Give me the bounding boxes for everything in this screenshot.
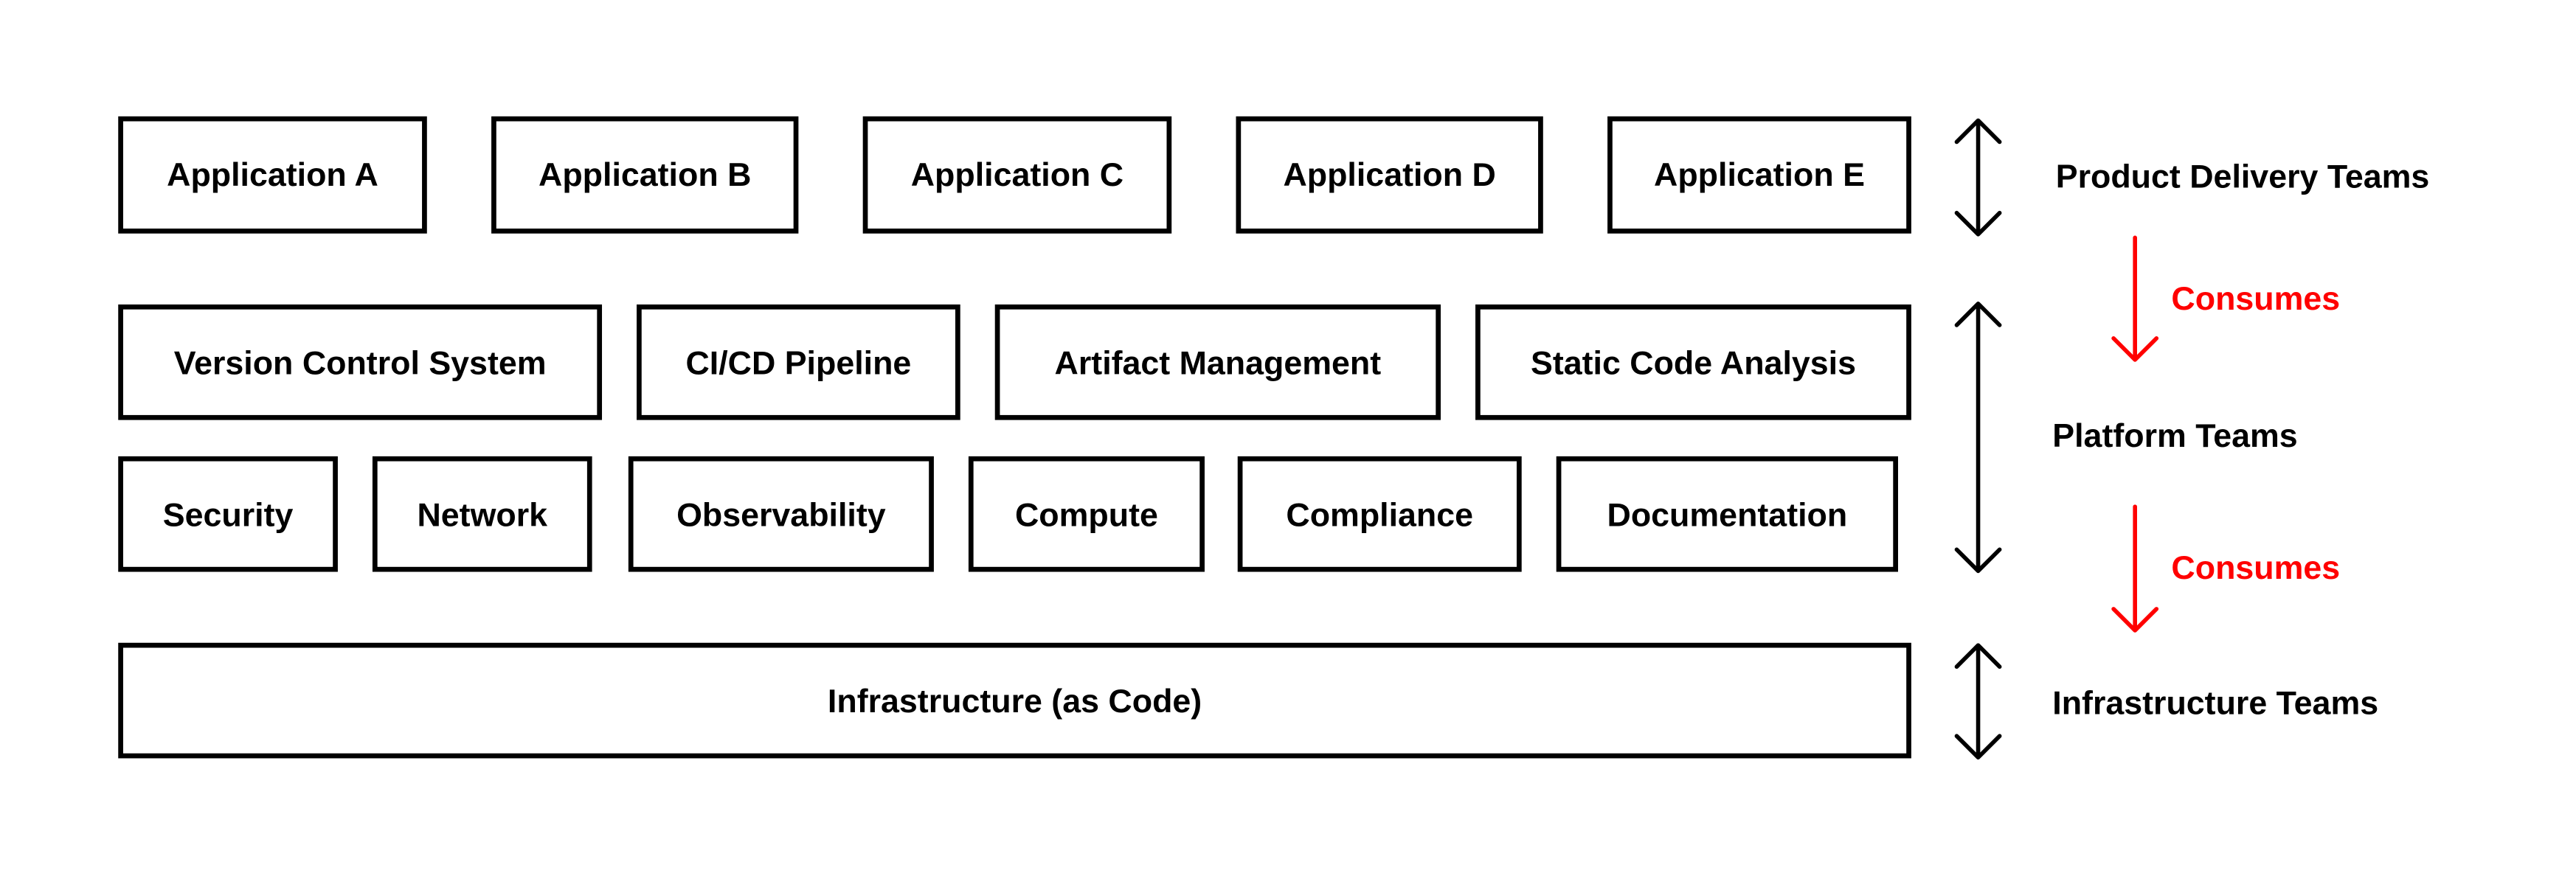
application-d-box: Application D: [1236, 116, 1543, 234]
team-topology-diagram: Application A Application B Application …: [118, 116, 2430, 760]
product-delivery-teams-label: Product Delivery Teams: [2056, 158, 2430, 195]
svg-text:Network: Network: [417, 496, 547, 533]
application-c-box: Application C: [862, 116, 1172, 234]
svg-text:Version Control System: Version Control System: [174, 344, 547, 381]
infrastructure-layer-double-arrow-icon: [1954, 643, 2002, 760]
svg-text:Compute: Compute: [1015, 496, 1158, 533]
consumes-arrow-down-icon: [2111, 235, 2159, 362]
cicd-pipeline-box: CI/CD Pipeline: [637, 304, 960, 420]
svg-text:Documentation: Documentation: [1607, 496, 1848, 533]
svg-text:Application E: Application E: [1654, 156, 1865, 193]
platform-teams-label: Platform Teams: [2052, 417, 2297, 454]
application-b-box: Application B: [491, 116, 799, 234]
svg-text:Static Code Analysis: Static Code Analysis: [1531, 344, 1856, 381]
svg-text:Application D: Application D: [1283, 156, 1495, 193]
static-code-analysis-box: Static Code Analysis: [1475, 304, 1911, 420]
application-a-box: Application A: [118, 116, 427, 234]
svg-text:Compliance: Compliance: [1286, 496, 1473, 533]
svg-text:Artifact Management: Artifact Management: [1055, 344, 1382, 381]
svg-text:Observability: Observability: [676, 496, 886, 533]
artifact-management-box: Artifact Management: [994, 304, 1441, 420]
svg-text:Security: Security: [163, 496, 294, 533]
consumes-label: Consumes: [2171, 549, 2340, 586]
svg-text:Infrastructure (as Code): Infrastructure (as Code): [828, 683, 1202, 720]
documentation-box: Documentation: [1556, 456, 1899, 572]
svg-text:Application A: Application A: [167, 156, 378, 193]
compliance-box: Compliance: [1237, 456, 1522, 572]
product-layer-double-arrow-icon: [1954, 118, 2002, 237]
version-control-box: Version Control System: [118, 304, 603, 420]
infrastructure-box: Infrastructure (as Code): [118, 642, 1911, 759]
application-e-box: Application E: [1607, 116, 1911, 234]
consumes-label: Consumes: [2171, 280, 2340, 317]
compute-box: Compute: [968, 456, 1205, 572]
consumes-arrow-down-icon: [2111, 504, 2159, 633]
network-box: Network: [372, 456, 592, 572]
svg-text:Application C: Application C: [911, 156, 1123, 193]
observability-box: Observability: [628, 456, 934, 572]
svg-text:CI/CD Pipeline: CI/CD Pipeline: [685, 344, 911, 381]
infrastructure-teams-label: Infrastructure Teams: [2052, 684, 2378, 721]
platform-layer-double-arrow-icon: [1954, 302, 2002, 574]
svg-text:Application B: Application B: [539, 156, 751, 193]
security-box: Security: [118, 456, 338, 572]
